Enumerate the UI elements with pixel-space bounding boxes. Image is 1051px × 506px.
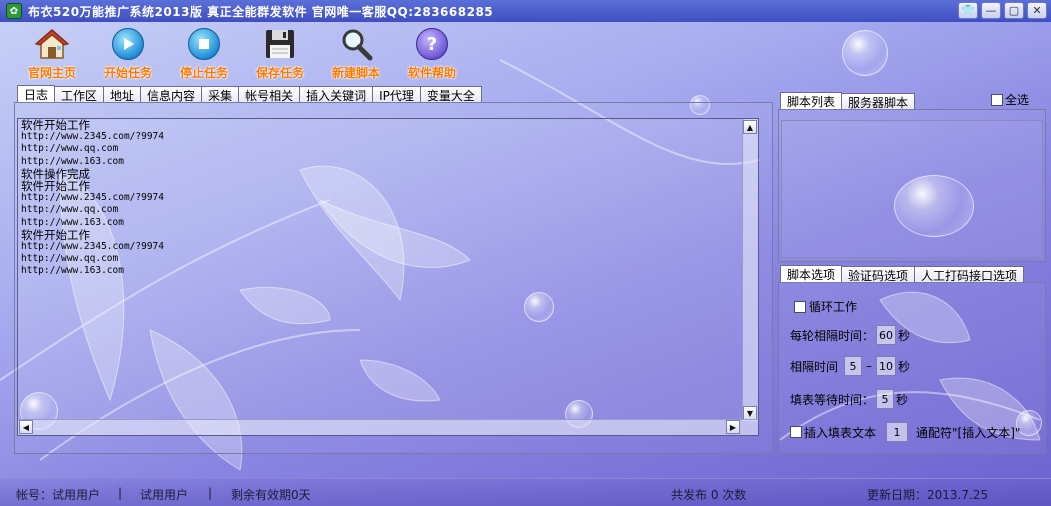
new-script-button[interactable]: 新建脚本 — [318, 26, 394, 82]
tab-account[interactable]: 帐号相关 — [238, 86, 301, 103]
title-bar: ✿ 布衣520万能推广系统2013版 真正全能群发软件 官网唯一客服QQ:283… — [0, 0, 1051, 22]
log-line: http://www.163.com — [21, 216, 124, 228]
log-line: http://www.2345.com/?9974 — [21, 192, 164, 204]
tab-variables[interactable]: 变量大全 — [419, 86, 482, 103]
skin-icon[interactable]: 👕 — [958, 2, 978, 19]
scroll-left-icon[interactable]: ◀ — [19, 420, 33, 434]
tab-log[interactable]: 日志 — [17, 85, 56, 103]
checkbox-box[interactable] — [991, 93, 1003, 106]
select-all-label: 全选 — [1005, 93, 1030, 107]
status-separator: | — [208, 486, 213, 500]
interval-min-input[interactable]: 5 — [844, 356, 863, 376]
new-script-label: 新建脚本 — [331, 66, 380, 80]
round-interval-input[interactable]: 60 — [876, 325, 897, 345]
start-task-label: 开始任务 — [103, 66, 152, 80]
log-line: http://www.2345.com/?9974 — [21, 131, 164, 143]
script-tabs: 脚本列表 服务器脚本 — [780, 92, 916, 110]
tab-content[interactable]: 信息内容 — [140, 86, 203, 103]
log-line: http://www.163.com — [21, 265, 124, 277]
homepage-button[interactable]: 官网主页 — [14, 26, 90, 82]
scroll-up-icon[interactable]: ▲ — [743, 120, 757, 134]
insert-text-checkbox[interactable] — [790, 426, 802, 438]
log-textarea[interactable]: 软件开始工作 http://www.2345.com/?9974 http://… — [17, 118, 759, 436]
fill-wait-row: 填表等待时间： 5 秒 — [790, 389, 908, 409]
tab-script-list[interactable]: 脚本列表 — [780, 92, 843, 110]
tab-collect[interactable]: 采集 — [201, 86, 240, 103]
loop-work-label: 循环工作 — [809, 300, 858, 314]
log-line: 软件开始工作 — [21, 179, 90, 194]
fill-wait-input[interactable]: 5 — [876, 389, 895, 409]
maximize-button[interactable]: ▢ — [1004, 2, 1024, 19]
log-lines: 软件开始工作 http://www.2345.com/?9974 http://… — [21, 119, 164, 278]
save-task-button[interactable]: 保存任务 — [242, 26, 318, 82]
log-line: 软件开始工作 — [21, 227, 90, 242]
help-icon: ? — [416, 28, 448, 60]
log-line: http://www.qq.com — [21, 204, 119, 216]
save-task-label: 保存任务 — [255, 66, 304, 80]
software-help-button[interactable]: ? 软件帮助 — [394, 26, 470, 82]
script-list-panel — [778, 109, 1046, 262]
floppy-disk-icon — [262, 26, 298, 62]
interval-label: 相隔时间 — [790, 359, 839, 374]
close-button[interactable]: ✕ — [1027, 2, 1047, 19]
round-interval-row: 每轮相隔时间： 60 秒 — [790, 325, 910, 345]
tab-captcha-options[interactable]: 验证码选项 — [841, 266, 916, 283]
tab-insert-keyword[interactable]: 插入关键词 — [299, 86, 374, 103]
loop-work-checkbox[interactable]: 循环工作 — [794, 298, 857, 315]
tab-manual-captcha-options[interactable]: 人工打码接口选项 — [914, 266, 1025, 283]
round-interval-unit: 秒 — [898, 328, 911, 343]
stop-task-label: 停止任务 — [179, 66, 228, 80]
log-line: http://www.qq.com — [21, 143, 119, 155]
app-icon: ✿ — [6, 3, 22, 19]
play-icon — [112, 28, 144, 60]
interval-unit: 秒 — [898, 359, 911, 374]
stop-task-button[interactable]: 停止任务 — [166, 26, 242, 82]
start-task-button[interactable]: 开始任务 — [90, 26, 166, 82]
insert-text-row: 插入填表文本 1 通配符"[插入文本]" — [790, 422, 1020, 442]
log-vertical-scrollbar[interactable]: ▲ ▼ — [742, 119, 758, 421]
tab-ip-proxy[interactable]: IP代理 — [372, 86, 421, 103]
tab-script-options[interactable]: 脚本选项 — [780, 265, 843, 283]
log-line: http://www.163.com — [21, 155, 124, 167]
status-account: 帐号：试用用户 — [16, 488, 101, 502]
select-all-checkbox[interactable]: 全选 — [991, 91, 1029, 108]
tab-workspace[interactable]: 工作区 — [54, 86, 105, 103]
interval-dash: – — [866, 359, 873, 373]
software-help-label: 软件帮助 — [407, 66, 456, 80]
checkbox-box[interactable] — [794, 300, 806, 313]
scroll-right-icon[interactable]: ▶ — [726, 420, 740, 434]
stop-icon — [188, 28, 220, 60]
fill-wait-label: 填表等待时间： — [790, 392, 875, 407]
log-line: http://www.2345.com/?9974 — [21, 241, 164, 253]
wildcard-label: 通配符"[插入文本]" — [916, 425, 1021, 440]
interval-row: 相隔时间 5 – 10 秒 — [790, 356, 910, 376]
magnifier-icon — [338, 26, 374, 62]
insert-text-label: 插入填表文本 — [804, 425, 877, 440]
round-interval-label: 每轮相隔时间： — [790, 328, 875, 343]
log-line: http://www.qq.com — [21, 253, 119, 265]
fill-wait-unit: 秒 — [896, 392, 909, 407]
options-tabs: 脚本选项 验证码选项 人工打码接口选项 — [780, 265, 1025, 283]
main-toolbar: 官网主页 开始任务 停止任务 保存任务 新建脚本 ? 软件帮助 — [14, 26, 470, 82]
status-update-date: 更新日期：2013.7.25 — [867, 488, 989, 502]
window-controls: 👕 — ▢ ✕ — [958, 2, 1047, 19]
status-published-count: 共发布 0 次数 — [671, 488, 747, 502]
interval-max-input[interactable]: 10 — [876, 356, 897, 376]
window-title: 布衣520万能推广系统2013版 真正全能群发软件 官网唯一客服QQ:28366… — [28, 4, 494, 19]
status-user: 试用用户 — [140, 488, 189, 502]
tab-address[interactable]: 地址 — [103, 86, 142, 103]
house-icon — [34, 26, 70, 62]
scroll-down-icon[interactable]: ▼ — [743, 406, 757, 420]
status-remaining: 剩余有效期0天 — [231, 488, 311, 502]
main-tabs: 日志 工作区 地址 信息内容 采集 帐号相关 插入关键词 IP代理 变量大全 — [17, 85, 482, 103]
insert-text-input[interactable]: 1 — [886, 422, 909, 442]
minimize-button[interactable]: — — [981, 2, 1001, 19]
status-separator: | — [118, 486, 123, 500]
log-horizontal-scrollbar[interactable]: ◀ ▶ — [18, 419, 758, 435]
tab-server-script[interactable]: 服务器脚本 — [841, 93, 916, 110]
homepage-label: 官网主页 — [27, 66, 76, 80]
script-list[interactable] — [781, 120, 1043, 258]
log-line: 软件开始工作 — [21, 118, 90, 132]
